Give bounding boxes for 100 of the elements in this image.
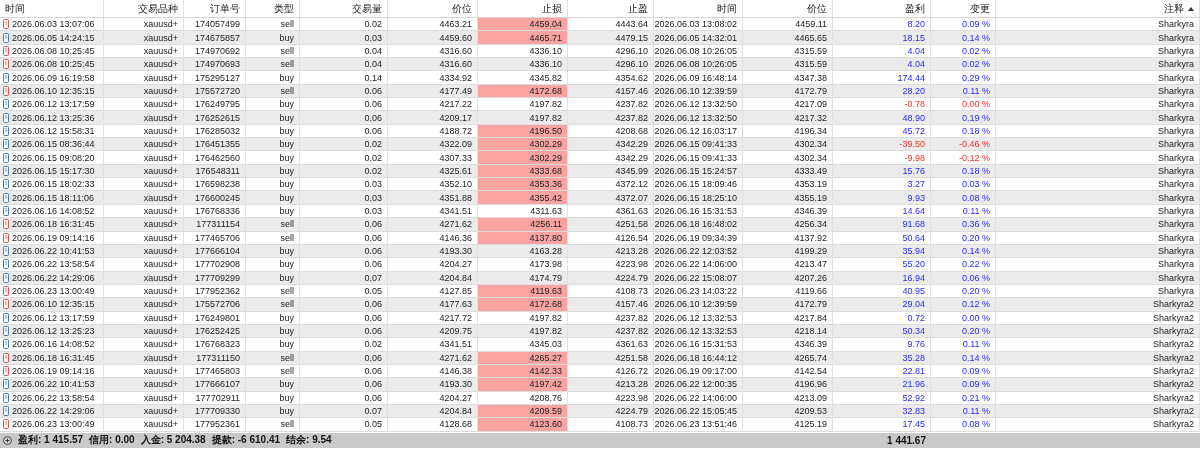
table-cell: 2026.06.12 15:58:31 <box>12 125 95 136</box>
table-cell: 4218.14 <box>743 324 833 338</box>
table-cell: xauusd+ <box>104 111 184 124</box>
table-cell: 4213.28 <box>568 244 654 258</box>
table-cell: 21.96 <box>833 378 931 391</box>
table-row[interactable]: 2026.06.15 18:11:06 xauusd+ 176600245 buy 0.03 4351.88 4355.42 4372.07 2026.06.15 18:25:10 4355.19 9.93 0.08 % Sharkyra <box>0 191 1200 205</box>
table-row[interactable]: 2026.06.16 14:08:52 xauusd+ 176768323 buy 0.02 4341.51 4345.03 4361.63 2026.06.16 15:31:53 4346.39 9.76 0.11 % Sharkyra2 <box>0 338 1200 352</box>
table-cell: 32.83 <box>833 404 931 418</box>
table-cell: 52.92 <box>833 391 931 404</box>
table-cell: Sharkyra <box>996 244 1200 258</box>
table-row[interactable]: 2026.06.12 13:17:59 xauusd+ 176249795 buy 0.06 4217.22 4197.82 4237.82 2026.06.12 13:32:50 4217.09 -0.78 0.00 % Sharkyra <box>0 98 1200 112</box>
table-row[interactable]: 2026.06.12 13:25:36 xauusd+ 176252615 buy 0.06 4209.17 4197.82 4237.82 2026.06.12 13:32:50 4217.32 48.90 0.19 % Sharkyra <box>0 111 1200 125</box>
table-cell: 2026.06.10 12:39:59 <box>654 298 743 311</box>
table-cell: 2026.06.12 13:32:50 <box>654 111 743 124</box>
table-cell: 4316.60 <box>388 44 478 58</box>
table-cell: 2026.06.05 14:24:15 <box>12 32 95 43</box>
column-header[interactable]: 交易量 <box>352 1 382 16</box>
table-cell: 2026.06.19 09:14:16 <box>12 366 95 377</box>
table-cell: 4217.72 <box>388 311 478 324</box>
table-cell: Sharkyra2 <box>996 404 1200 418</box>
table-cell: 0.00 % <box>931 98 996 111</box>
table-cell: xauusd+ <box>104 311 184 324</box>
table-cell: 174057499 <box>184 18 246 31</box>
table-cell: 4199.29 <box>743 244 833 258</box>
column-header[interactable]: 订单号 <box>210 1 240 16</box>
table-cell: xauusd+ <box>104 138 184 151</box>
table-cell: 4256.11 <box>478 218 568 231</box>
column-header[interactable]: 变更 <box>970 1 990 16</box>
table-cell: xauusd+ <box>104 44 184 58</box>
table-row[interactable]: 2026.06.08 10:25:45 xauusd+ 174970693 sell 0.04 4316.60 4336.10 4296.10 2026.06.08 10:26:05 4315.59 4.04 0.02 % Sharkyra <box>0 58 1200 72</box>
table-row[interactable]: 2026.06.18 16:31:45 xauusd+ 177311154 sell 0.06 4271.62 4256.11 4251.58 2026.06.18 16:48:02 4256.34 91.68 0.36 % Sharkyra <box>0 218 1200 232</box>
table-row[interactable]: 2026.06.05 14:24:15 xauusd+ 174675857 buy 0.03 4459.60 4465.71 4479.15 2026.06.05 14:32:01 4465.65 18.15 0.14 % Sharkyra <box>0 31 1200 45</box>
expand-icon[interactable] <box>3 435 12 445</box>
table-cell: 9.76 <box>833 338 931 351</box>
column-header[interactable]: 盈利 <box>905 1 925 16</box>
table-cell: 2026.06.22 14:06:00 <box>654 391 743 404</box>
table-cell: 4465.65 <box>743 31 833 44</box>
table-cell: buy <box>246 98 300 111</box>
column-header[interactable]: 价位 <box>807 1 827 16</box>
table-cell: Sharkyra <box>996 98 1200 111</box>
table-cell: xauusd+ <box>104 204 184 218</box>
table-cell: 2026.06.10 12:35:15 <box>12 299 95 310</box>
table-cell: 4204.27 <box>388 258 478 271</box>
table-row[interactable]: 2026.06.22 13:58:54 xauusd+ 177702908 buy 0.06 4204.27 4173.98 4223.98 2026.06.22 14:06:00 4213.47 55.20 0.22 % Sharkyra <box>0 258 1200 272</box>
table-cell: xauusd+ <box>104 324 184 338</box>
table-row[interactable]: 2026.06.09 16:19:58 xauusd+ 175295127 buy 0.14 4334.92 4345.82 4354.62 2026.06.09 16:48:14 4347.38 174.44 0.29 % Sharkyra <box>0 71 1200 85</box>
table-cell: 4137.92 <box>743 231 833 244</box>
table-cell: 2026.06.12 13:17:59 <box>12 312 95 323</box>
column-header[interactable]: 止损 <box>542 1 562 16</box>
table-cell: 4217.09 <box>743 98 833 111</box>
table-cell: 0.20 % <box>931 284 996 298</box>
table-cell: 4355.42 <box>478 191 568 204</box>
table-cell: xauusd+ <box>104 271 184 284</box>
table-cell: buy <box>246 338 300 351</box>
table-cell: 4172.68 <box>478 298 568 311</box>
table-cell: 175572706 <box>184 298 246 311</box>
table-cell: 0.06 <box>300 391 388 404</box>
table-cell: xauusd+ <box>104 71 184 84</box>
column-header[interactable]: 交易品种 <box>138 1 178 16</box>
table-cell: 4361.63 <box>568 338 654 351</box>
table-cell: 4197.42 <box>478 378 568 391</box>
table-cell: xauusd+ <box>104 418 184 431</box>
column-header[interactable]: 时间 <box>717 1 737 16</box>
table-cell: xauusd+ <box>104 391 184 404</box>
table-cell: 2026.06.15 15:17:30 <box>12 165 95 176</box>
table-cell: 0.11 % <box>931 84 996 98</box>
summary-text: 结余: 9.54 <box>286 433 332 448</box>
table-cell: 4316.60 <box>388 58 478 71</box>
table-cell: 2026.06.08 10:25:45 <box>12 45 95 56</box>
table-cell: 4209.17 <box>388 111 478 124</box>
column-header[interactable]: 类型 <box>274 1 294 16</box>
column-header[interactable]: 注释 <box>1164 1 1184 16</box>
table-cell: 2026.06.15 09:41:33 <box>654 151 743 164</box>
table-cell: 40.95 <box>833 284 931 298</box>
table-cell: 2026.06.10 12:39:59 <box>654 84 743 98</box>
table-cell: 4251.58 <box>568 218 654 231</box>
column-header[interactable]: 时间 <box>5 1 25 16</box>
table-row[interactable]: 2026.06.22 10:41:53 xauusd+ 177666107 buy 0.06 4193.30 4197.42 4213.28 2026.06.22 12:00:35 4196.96 21.96 0.09 % Sharkyra2 <box>0 378 1200 392</box>
table-row[interactable]: 2026.06.15 18:02:33 xauusd+ 176598238 buy 0.03 4352.10 4353.36 4372.12 2026.06.15 18:09:46 4353.19 3.27 0.03 % Sharkyra <box>0 178 1200 192</box>
table-row[interactable]: 2026.06.23 13:00:49 xauusd+ 177952361 sell 0.05 4128.68 4123.60 4108.73 2026.06.23 13:51:46 4125.19 17.45 0.08 % Sharkyra2 <box>0 418 1200 432</box>
table-cell: Sharkyra2 <box>996 311 1200 324</box>
table-cell: 176252425 <box>184 324 246 338</box>
table-cell: 4196.34 <box>743 124 833 138</box>
table-cell: 4355.19 <box>743 191 833 204</box>
table-cell: 4342.29 <box>568 138 654 151</box>
table-cell: 9.93 <box>833 191 931 204</box>
table-row[interactable]: 2026.06.15 09:08:20 xauusd+ 176462560 buy 0.02 4307.33 4302.29 4342.29 2026.06.15 09:41:33 4302.34 -9.98 -0.12 % Sharkyra <box>0 151 1200 165</box>
table-cell: 4125.19 <box>743 418 833 431</box>
table-row[interactable]: 2026.06.03 13:07:06 xauusd+ 174057499 sell 0.02 4463.21 4459.04 4443.64 2026.06.03 13:08:02 4459.11 8.20 0.09 % Sharkyra <box>0 18 1200 32</box>
table-row[interactable]: 2026.06.15 08:36:44 xauusd+ 176451355 buy 0.02 4322.09 4302.29 4342.29 2026.06.15 09:41:33 4302.34 -39.50 -0.46 % Sharkyra <box>0 138 1200 152</box>
table-row[interactable]: 2026.06.10 12:35:15 xauusd+ 175572706 sell 0.06 4177.63 4172.68 4157.46 2026.06.10 12:39:59 4172.79 29.04 0.12 % Sharkyra2 <box>0 298 1200 312</box>
summary-text: 信用: 0.00 <box>89 433 135 448</box>
table-cell: 2026.06.15 15:24:57 <box>654 164 743 178</box>
table-cell: Sharkyra <box>996 58 1200 71</box>
table-cell: 2026.06.12 13:25:23 <box>12 326 95 337</box>
table-cell: buy <box>246 311 300 324</box>
column-header[interactable]: 止盈 <box>628 1 648 16</box>
table-cell: xauusd+ <box>104 378 184 391</box>
table-cell: 4302.29 <box>478 151 568 164</box>
column-header[interactable]: 价位 <box>452 1 472 16</box>
